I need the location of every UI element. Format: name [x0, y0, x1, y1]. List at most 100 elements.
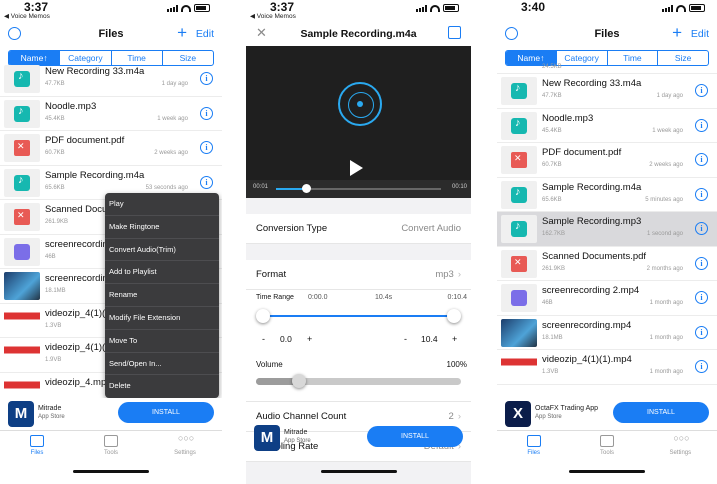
- file-row[interactable]: screenrecording 2.mp4 46B 1 month ago i: [497, 281, 717, 316]
- pdf-file-icon: [4, 203, 40, 231]
- file-row[interactable]: PDF document.pdf 60.7KB 2 weeks ago i: [497, 143, 717, 178]
- menu-item-add-to-playlist[interactable]: Add to Playlist: [105, 261, 219, 285]
- file-date: 1 month ago: [649, 369, 683, 375]
- info-icon[interactable]: i: [695, 153, 708, 166]
- menu-item-convert-audio[interactable]: Convert Audio(Trim): [105, 239, 219, 262]
- file-row[interactable]: PDF document.pdf 60.7KB 2 weeks ago i: [0, 131, 222, 166]
- file-name: Sample Recording.m4a: [542, 181, 642, 193]
- ad-banner[interactable]: X OctaFX Trading App App Store INSTALL: [497, 398, 717, 430]
- info-icon[interactable]: i: [695, 118, 708, 132]
- end-value: 10.4: [421, 334, 438, 344]
- conversion-type-row[interactable]: Conversion Type Convert Audio: [246, 214, 471, 244]
- ad-logo: M: [8, 401, 34, 427]
- current-time: 00:01: [253, 184, 269, 190]
- file-size: 47.7KB: [45, 81, 65, 87]
- range-start-handle[interactable]: [256, 309, 270, 323]
- file-row[interactable]: New Recording 33.m4a 47.7KB 1 day ago i: [0, 62, 222, 97]
- ad-banner[interactable]: M Mitrade App Store INSTALL: [0, 398, 222, 430]
- back-to-app-link[interactable]: ◀ Voice Memos: [4, 12, 50, 20]
- file-size: 24.5KB: [542, 64, 562, 70]
- ad-logo: M: [254, 425, 280, 451]
- info-icon[interactable]: i: [695, 256, 708, 270]
- info-icon[interactable]: i: [695, 84, 708, 97]
- menu-item-modify-extension[interactable]: Modify File Extension: [105, 307, 219, 330]
- file-date: 2 months ago: [646, 265, 683, 272]
- tab-tools[interactable]: Tools: [570, 431, 643, 464]
- file-row-new[interactable]: Sample Recording.mp3 162.7KB 1 second ago i: [497, 212, 717, 247]
- menu-item-play[interactable]: Play: [105, 193, 219, 216]
- start-minus[interactable]: -: [262, 334, 265, 344]
- add-button[interactable]: +: [177, 24, 187, 42]
- edit-button[interactable]: Edit: [691, 28, 709, 40]
- tab-files[interactable]: Files: [0, 431, 74, 464]
- play-icon[interactable]: [350, 160, 363, 176]
- file-list: 24.5KB New Recording 33.m4a 47.7KB 1 day a…: [497, 62, 717, 385]
- file-row[interactable]: Scanned Documents.pdf 261.9KB 2 months ago…: [497, 247, 717, 281]
- progress-knob[interactable]: [302, 184, 311, 193]
- end-minus[interactable]: -: [404, 334, 407, 344]
- volume-value: 100%: [446, 360, 467, 369]
- share-icon[interactable]: [448, 26, 461, 39]
- volume-knob[interactable]: [292, 374, 306, 388]
- info-icon[interactable]: i: [200, 106, 213, 120]
- range-end-handle[interactable]: [447, 309, 461, 323]
- audio-file-icon: [501, 215, 537, 243]
- menu-item-move-to[interactable]: Move To: [105, 330, 219, 353]
- file-name: Scanned Docu: [45, 204, 108, 215]
- video-thumbnail: [4, 272, 40, 300]
- file-name: screenrecording.mp4: [542, 319, 632, 331]
- install-button[interactable]: INSTALL: [118, 402, 214, 423]
- tab-settings[interactable]: ○○○ Settings: [148, 431, 222, 464]
- format-row[interactable]: Format mp3 ›: [246, 260, 471, 290]
- file-row[interactable]: Noodle.mp3 45.4KB 1 week ago i: [0, 97, 222, 131]
- playback-bar: 00:01 00:10: [246, 180, 471, 198]
- audio-file-icon: [4, 168, 40, 197]
- start-plus[interactable]: +: [307, 334, 312, 344]
- tab-settings[interactable]: ○○○ Settings: [644, 431, 717, 464]
- info-icon[interactable]: i: [695, 360, 708, 373]
- info-icon[interactable]: i: [695, 222, 708, 235]
- menu-item-send-open-in[interactable]: Send/Open In...: [105, 353, 219, 376]
- edit-button[interactable]: Edit: [196, 28, 214, 40]
- file-name: screenrecordin: [45, 238, 108, 250]
- ad-banner[interactable]: M Mitrade App Store INSTALL: [246, 422, 471, 454]
- file-date: 1 week ago: [157, 115, 188, 122]
- menu-item-rename[interactable]: Rename: [105, 284, 219, 307]
- install-button[interactable]: INSTALL: [367, 426, 463, 447]
- file-row[interactable]: New Recording 33.m4a 47.7KB 1 day ago i: [497, 74, 717, 109]
- file-row[interactable]: screenrecording.mp4 18.1MB 1 month ago i: [497, 316, 717, 350]
- files-screen-with-menu: 3:37 ◀ Voice Memos Files + Edit Name↑ Ca…: [0, 0, 222, 484]
- file-row[interactable]: Sample Recording.m4a 65.6KB 5 minutes ago i: [497, 178, 717, 212]
- end-plus[interactable]: +: [452, 334, 457, 344]
- tab-files[interactable]: Files: [497, 431, 570, 464]
- signal-icon: [662, 5, 673, 12]
- tab-tools[interactable]: Tools: [74, 431, 148, 464]
- home-indicator: [73, 470, 149, 473]
- file-name: videozip_4(1)(: [45, 342, 106, 353]
- files-screen-after-convert: 3:40 Files + Edit Name↑ Category Time Si…: [497, 0, 717, 484]
- info-icon[interactable]: i: [695, 187, 708, 201]
- menu-item-make-ringtone[interactable]: Make Ringtone: [105, 216, 219, 239]
- info-icon[interactable]: i: [695, 291, 708, 304]
- range-track: [260, 315, 457, 317]
- home-indicator: [569, 470, 645, 473]
- channel-value-text: 2: [448, 411, 454, 422]
- tab-label: Settings: [669, 450, 692, 456]
- file-row[interactable]: videozip_4(1)(1).mp4 1.3VB 1 month ago i: [497, 350, 717, 385]
- info-icon[interactable]: i: [200, 175, 213, 189]
- file-row[interactable]: Noodle.mp3 45.4KB 1 week ago i: [497, 109, 717, 143]
- file-row[interactable]: 24.5KB: [497, 62, 717, 74]
- file-size: 261.9KB: [45, 219, 69, 225]
- wifi-icon: [430, 5, 440, 12]
- file-size: 1.3VB: [45, 322, 62, 329]
- info-icon[interactable]: i: [200, 72, 213, 85]
- total-time: 00:10: [451, 184, 467, 190]
- info-icon[interactable]: i: [200, 141, 213, 154]
- info-icon[interactable]: i: [695, 325, 708, 339]
- context-menu: Play Make Ringtone Convert Audio(Trim) A…: [105, 193, 219, 399]
- back-to-app-link[interactable]: ◀ Voice Memos: [250, 12, 296, 20]
- menu-item-delete[interactable]: Delete: [105, 375, 219, 398]
- ad-store: App Store: [535, 414, 562, 420]
- install-button[interactable]: INSTALL: [613, 402, 709, 423]
- add-button[interactable]: +: [672, 24, 682, 42]
